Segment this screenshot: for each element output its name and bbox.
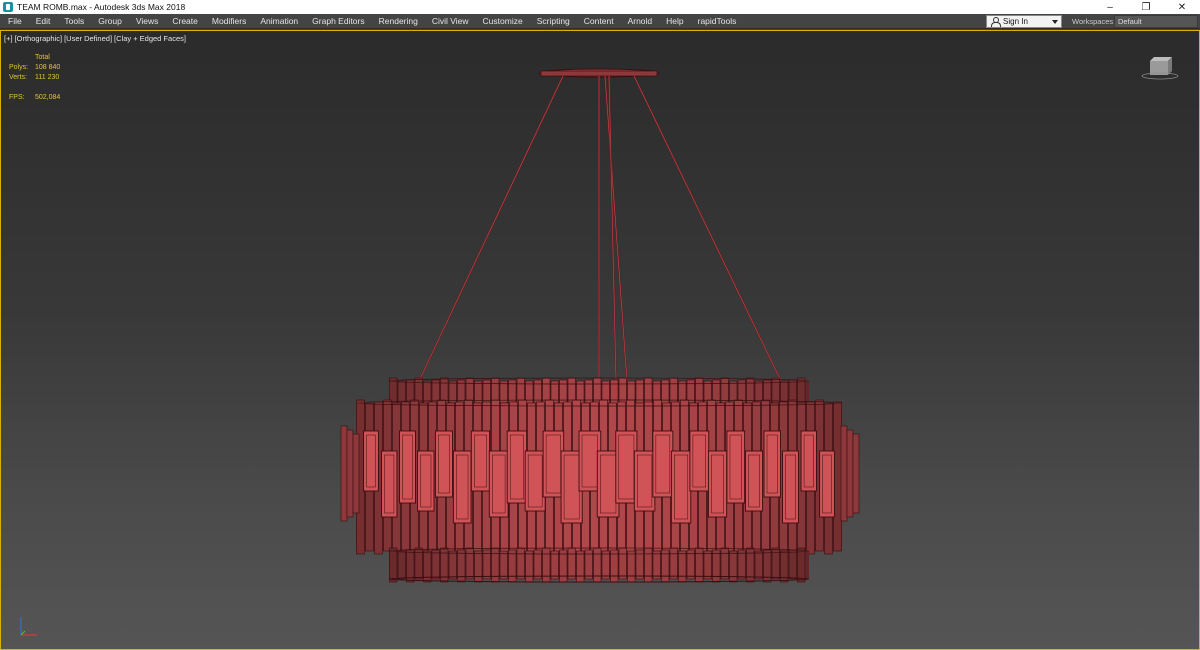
window-title: TEAM ROMB.max - Autodesk 3ds Max 2018 <box>17 2 186 12</box>
menu-arnold[interactable]: Arnold <box>621 14 660 29</box>
menu-civil-view[interactable]: Civil View <box>425 14 476 29</box>
menu-edit[interactable]: Edit <box>29 14 58 29</box>
menu-modifiers[interactable]: Modifiers <box>205 14 253 29</box>
viewport[interactable]: [+] [Orthographic] [User Defined] [Clay + E… <box>0 30 1200 650</box>
polys-value: 108 840 <box>35 64 61 71</box>
menu-content[interactable]: Content <box>577 14 621 29</box>
polys-label: Polys: <box>9 64 29 71</box>
viewcube-icon[interactable] <box>1140 51 1180 81</box>
menu-animation[interactable]: Animation <box>253 14 305 29</box>
verts-label: Verts: <box>9 74 27 81</box>
menu-bar: File Edit Tools Group Views Create Modif… <box>0 14 1200 29</box>
menu-help[interactable]: Help <box>659 14 690 29</box>
menu-views[interactable]: Views <box>129 14 166 29</box>
statistics-overlay: Total Polys: 108 840 Verts: 111 230 FPS: 50… <box>9 53 75 103</box>
workspaces-label: Workspaces: <box>1072 17 1116 26</box>
menu-rendering[interactable]: Rendering <box>372 14 425 29</box>
viewport-label-menu[interactable]: [+] [Orthographic] [User Defined] [Clay + E… <box>4 34 188 43</box>
viewport-shading[interactable]: [Clay + Edged Faces] <box>114 34 186 43</box>
restore-button[interactable]: ❐ <box>1128 0 1164 14</box>
sign-in-button[interactable]: Sign In <box>986 15 1062 28</box>
sign-in-label: Sign In <box>1003 17 1028 26</box>
workspaces-select[interactable]: Default <box>1114 15 1198 28</box>
menu-scripting[interactable]: Scripting <box>530 14 577 29</box>
close-button[interactable]: ✕ <box>1164 0 1200 14</box>
window-controls: – ❐ ✕ <box>1092 0 1200 14</box>
fps-value: 502,084 <box>35 94 61 101</box>
menu-rapidtools[interactable]: rapidTools <box>691 14 744 29</box>
menu-create[interactable]: Create <box>165 14 205 29</box>
stats-header: Total <box>35 54 50 61</box>
menu-group[interactable]: Group <box>91 14 129 29</box>
user-icon <box>991 17 1001 27</box>
title-bar: TEAM ROMB.max - Autodesk 3ds Max 2018 – … <box>0 0 1200 14</box>
minimize-button[interactable]: – <box>1092 0 1128 14</box>
axis-tripod-icon <box>20 617 37 636</box>
menu-customize[interactable]: Customize <box>476 14 530 29</box>
chandelier-model[interactable] <box>1 31 1199 649</box>
viewport-point-of-view[interactable]: [Orthographic] <box>15 34 63 43</box>
menu-tools[interactable]: Tools <box>57 14 91 29</box>
fps-label: FPS: <box>9 94 25 101</box>
viewport-lighting[interactable]: [User Defined] <box>64 34 112 43</box>
verts-value: 111 230 <box>35 74 60 81</box>
menu-graph-editors[interactable]: Graph Editors <box>305 14 371 29</box>
menu-file[interactable]: File <box>0 14 29 29</box>
chevron-down-icon <box>1052 20 1058 24</box>
app-icon <box>3 2 13 12</box>
viewport-plus-menu[interactable]: [+] <box>4 34 13 43</box>
